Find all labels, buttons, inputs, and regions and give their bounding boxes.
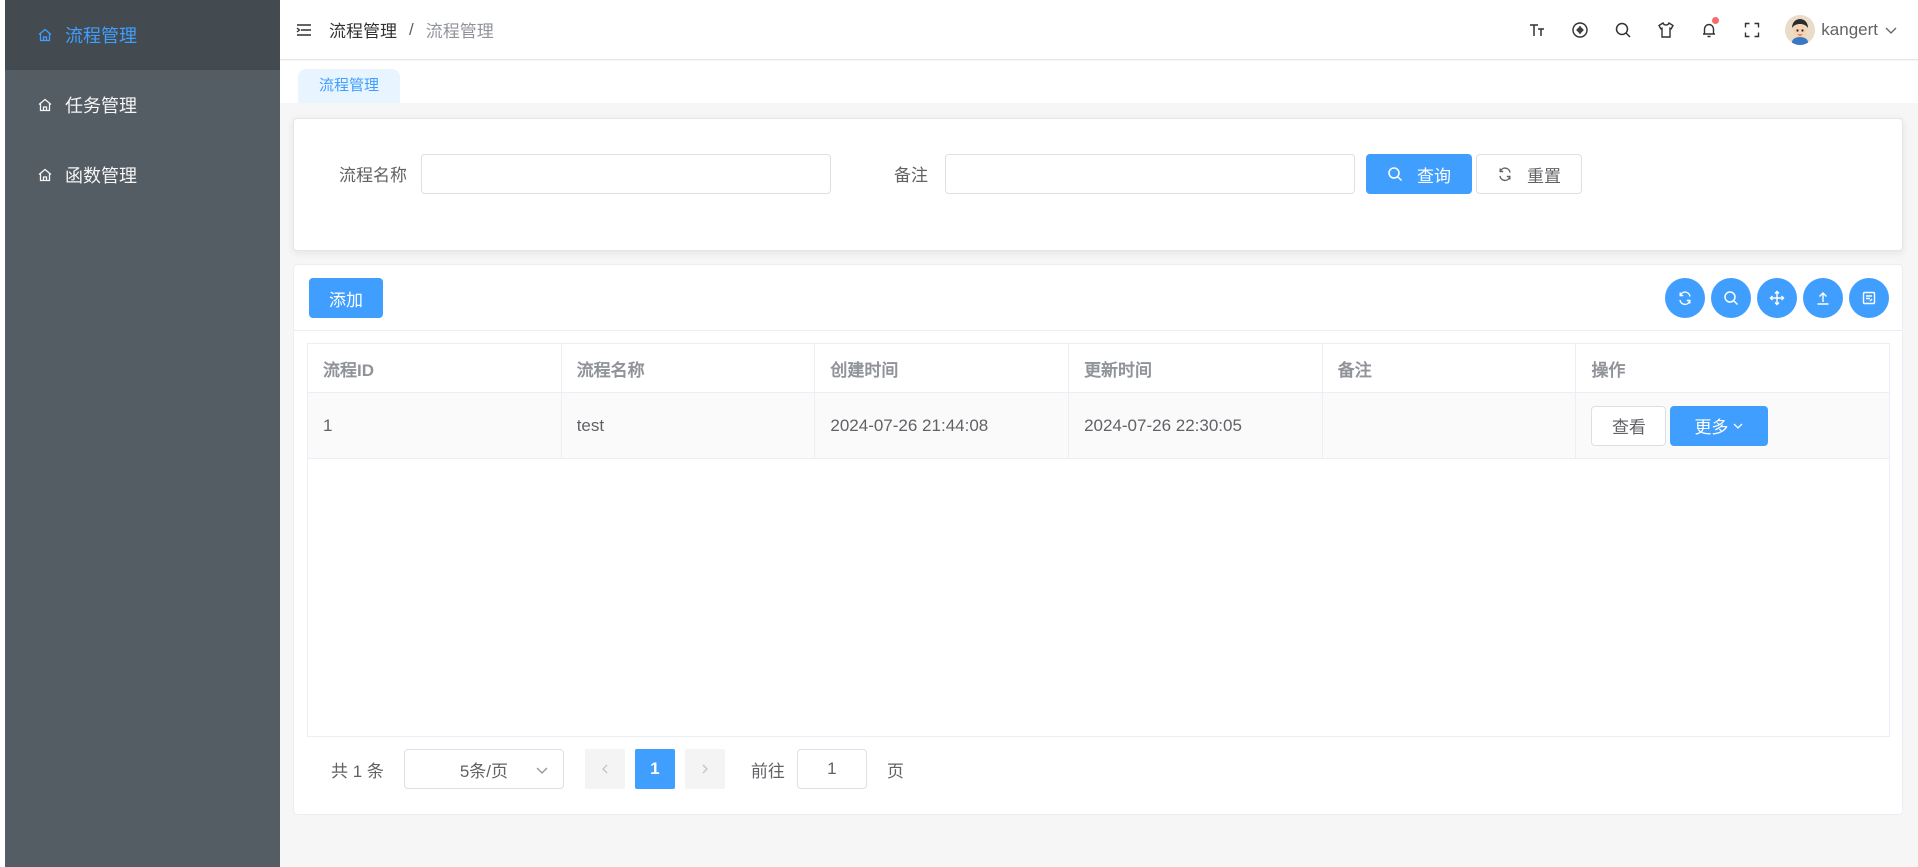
column-header: 操作 [1591, 360, 1626, 380]
more-button-label: 更多 [1694, 418, 1729, 437]
page-size-select[interactable]: 5条/页 [403, 749, 564, 789]
user-name: kangert [1821, 20, 1878, 39]
page-number-button[interactable]: 1 [634, 749, 675, 789]
breadcrumb-separator: / [409, 19, 414, 39]
hamburger-icon[interactable] [295, 21, 313, 39]
tab-process-management[interactable]: 流程管理 [298, 69, 401, 103]
github-icon[interactable] [1569, 19, 1591, 41]
upload-icon[interactable] [1803, 278, 1843, 318]
home-icon [37, 97, 53, 113]
export-icon[interactable] [1849, 278, 1889, 318]
chevron-down-icon [536, 767, 548, 774]
table-header: 流程ID 流程名称 创建时间 更新时间 备注 操作 [308, 344, 1889, 393]
home-icon [37, 27, 53, 43]
cell-id: 1 [308, 393, 562, 458]
tabs-bar: 流程管理 [280, 61, 1918, 103]
home-icon [37, 167, 53, 183]
process-name-label: 流程名称 [339, 166, 407, 185]
view-button[interactable]: 查看 [1591, 405, 1667, 446]
chevron-left-icon [601, 764, 608, 774]
process-table: 流程ID 流程名称 创建时间 更新时间 备注 操作 1 test 2024-07… [307, 343, 1890, 737]
query-button-label: 查询 [1417, 166, 1451, 186]
search-form: 流程名称 备注 查询 重置 [293, 118, 1903, 251]
pagination-total: 共 1 条 [331, 761, 384, 781]
reset-button[interactable]: 重置 [1476, 154, 1582, 194]
column-header: 流程ID [308, 344, 562, 392]
user-menu[interactable]: kangert [1785, 15, 1898, 45]
process-name-input[interactable] [421, 154, 831, 194]
next-page-button[interactable] [684, 749, 725, 789]
search-icon[interactable] [1711, 278, 1751, 318]
sidebar: 流程管理 任务管理 函数管理 [5, 0, 280, 867]
column-header: 更新时间 [1069, 344, 1323, 392]
prev-page-button[interactable] [584, 749, 625, 789]
table-tools [1659, 278, 1889, 318]
breadcrumb: 流程管理 / 流程管理 [329, 17, 494, 42]
table-row: 1 test 2024-07-26 21:44:08 2024-07-26 22… [308, 393, 1889, 459]
remark-label: 备注 [894, 166, 928, 185]
reset-button-label: 重置 [1527, 166, 1561, 186]
query-button[interactable]: 查询 [1366, 154, 1472, 194]
cell-updated: 2024-07-26 22:30:05 [1069, 393, 1323, 458]
refresh-icon[interactable] [1665, 278, 1705, 318]
table-toolbar: 添加 [294, 265, 1902, 331]
breadcrumb-item[interactable]: 流程管理 [329, 17, 397, 42]
column-header: 备注 [1323, 344, 1577, 392]
sidebar-item-label: 任务管理 [65, 96, 137, 116]
cell-remark [1323, 393, 1577, 458]
page-suffix-label: 页 [886, 761, 904, 781]
remark-input[interactable] [945, 154, 1355, 194]
add-button[interactable]: 添加 [309, 278, 383, 318]
fullscreen-icon[interactable] [1741, 19, 1763, 41]
chevron-down-icon [1885, 27, 1897, 34]
skin-shirt-icon[interactable] [1655, 19, 1677, 41]
chevron-right-icon [702, 764, 708, 774]
goto-label: 前往 [750, 761, 785, 781]
cell-created: 2024-07-26 21:44:08 [815, 393, 1070, 458]
sidebar-item-process[interactable]: 流程管理 [5, 0, 280, 70]
table-card: 添加 流程ID 流程名称 创建时间 更新时间 备注 操作 1 test 2024… [293, 264, 1903, 815]
bell-icon[interactable] [1698, 17, 1720, 41]
pagination: 共 1 条 5条/页 1 前往 页 [331, 749, 904, 789]
search-icon [1388, 167, 1403, 182]
search-icon[interactable] [1612, 19, 1634, 41]
refresh-icon [1499, 167, 1511, 182]
sidebar-item-function[interactable]: 函数管理 [5, 140, 280, 210]
move-icon[interactable] [1757, 278, 1797, 318]
breadcrumb-item: 流程管理 [425, 22, 494, 41]
more-dropdown-button[interactable]: 更多 [1670, 405, 1769, 446]
goto-page-input[interactable] [796, 749, 867, 789]
cell-actions: 查看 更多 [1576, 393, 1889, 458]
sidebar-item-label: 函数管理 [65, 166, 137, 186]
page-size-value: 5条/页 [459, 761, 508, 781]
chevron-down-icon [1733, 423, 1743, 429]
topbar: 流程管理 / 流程管理 kangert [280, 0, 1918, 60]
column-header: 流程名称 [562, 344, 816, 392]
sidebar-item-task[interactable]: 任务管理 [5, 70, 280, 140]
main-area: 流程管理 / 流程管理 kangert 流程管理 流程名称 备注 查询 重置 添… [280, 0, 1918, 867]
app-root: 流程管理 任务管理 函数管理 流程管理 / 流程管理 kangert 流程管理 … [0, 0, 1918, 867]
column-header: 创建时间 [815, 344, 1070, 392]
font-size-icon[interactable] [1526, 19, 1548, 41]
header-tools: kangert [1505, 0, 1898, 60]
avatar [1785, 15, 1816, 45]
sidebar-item-label: 流程管理 [65, 26, 137, 46]
cell-name: test [562, 393, 816, 458]
